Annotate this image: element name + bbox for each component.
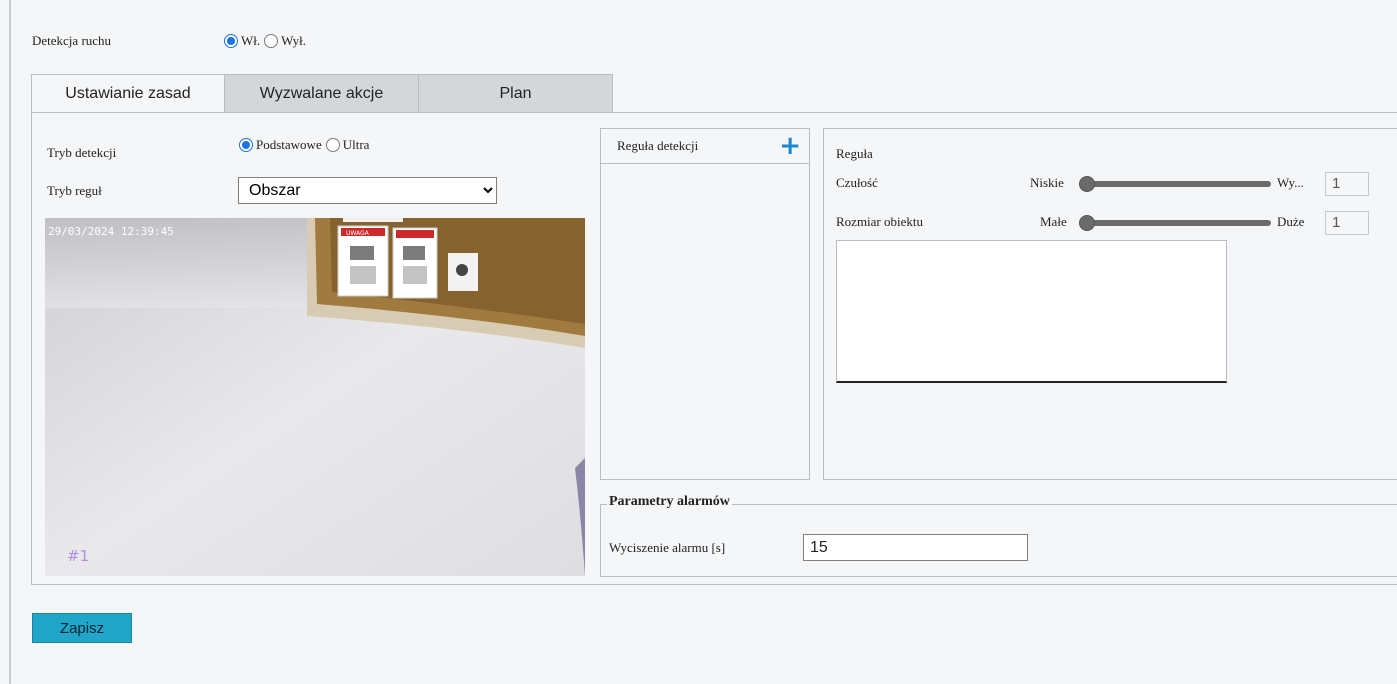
- rule-title-row: Reguła: [836, 144, 873, 164]
- object-size-label: Rozmiar obiektu: [836, 214, 924, 229]
- sensitivity-label-row: Czułość: [836, 173, 878, 193]
- rule-title: Reguła: [836, 146, 873, 161]
- radio-off-icon[interactable]: [264, 34, 279, 48]
- detection-mode-row: Tryb detekcji: [47, 142, 116, 164]
- alarm-params-legend: Parametry alarmów: [607, 494, 732, 510]
- detection-mode-label: Tryb detekcji: [47, 145, 117, 160]
- rule-mode-row: Tryb reguł: [47, 180, 102, 202]
- sensitivity-min-row: Niskie: [1030, 173, 1064, 193]
- radio-on-icon[interactable]: [239, 138, 253, 152]
- sensitivity-slider[interactable]: [1081, 181, 1271, 187]
- radio-on-icon[interactable]: [224, 34, 238, 48]
- sensitivity-value-input[interactable]: 1: [1325, 172, 1369, 196]
- detection-ultra-radio[interactable]: Ultra: [325, 137, 369, 153]
- video-channel-label: #1: [67, 547, 89, 565]
- sensitivity-min-label: Niskie: [1030, 175, 1064, 190]
- alarm-silence-input[interactable]: 15: [803, 534, 1028, 561]
- object-size-max-label: Duże: [1277, 214, 1305, 229]
- motion-detection-radio-group: Wł. Wył.: [224, 30, 306, 52]
- detection-basic-radio[interactable]: Podstawowe: [239, 137, 322, 153]
- save-button[interactable]: Zapisz: [32, 613, 132, 643]
- rules-list-title: Reguła detekcji: [617, 138, 699, 153]
- sensitivity-max-label: Wy...: [1277, 175, 1304, 190]
- motion-detection-label: Detekcja ruchu: [32, 33, 112, 48]
- sensitivity-slider-knob[interactable]: [1079, 176, 1095, 192]
- motion-off-radio[interactable]: Wył.: [264, 33, 306, 49]
- rule-mode-select[interactable]: Obszar: [238, 177, 497, 204]
- object-size-slider[interactable]: [1081, 220, 1271, 226]
- tab-bar: Ustawianie zasad Wyzwalane akcje Plan: [31, 74, 613, 113]
- object-size-min-row: Małe: [1040, 212, 1067, 232]
- tab-rule-settings[interactable]: Ustawianie zasad: [31, 74, 225, 113]
- camera-frame-image: UWAGA 29/03/2024 12:39:45 #1: [45, 218, 585, 576]
- object-size-slider-knob[interactable]: [1079, 215, 1095, 231]
- alarm-silence-row: Wyciszenie alarmu [s]: [609, 537, 725, 559]
- tab-triggered-actions[interactable]: Wyzwalane akcje: [225, 74, 419, 113]
- left-border: [9, 0, 11, 684]
- object-size-min-label: Małe: [1040, 214, 1067, 229]
- detection-mode-radio-group: Podstawowe Ultra: [239, 134, 369, 156]
- video-preview[interactable]: UWAGA 29/03/2024 12:39:45 #1: [45, 218, 585, 576]
- tab-schedule[interactable]: Plan: [419, 74, 613, 113]
- plus-icon[interactable]: +: [779, 133, 801, 159]
- sensitivity-max-row: Wy...: [1277, 173, 1304, 193]
- object-size-value-input[interactable]: 1: [1325, 211, 1369, 235]
- sensitivity-label: Czułość: [836, 175, 878, 190]
- radio-off-icon[interactable]: [325, 138, 340, 152]
- detection-rules-list: Reguła detekcji +: [600, 128, 810, 480]
- alarm-silence-label: Wyciszenie alarmu [s]: [609, 540, 726, 555]
- motion-on-radio[interactable]: Wł.: [224, 33, 260, 49]
- rule-preview-canvas[interactable]: [836, 240, 1227, 383]
- video-timestamp: 29/03/2024 12:39:45: [48, 225, 174, 238]
- object-size-label-row: Rozmiar obiektu: [836, 212, 923, 232]
- sign-text: UWAGA: [346, 230, 370, 237]
- object-size-max-row: Duże: [1277, 212, 1304, 232]
- rules-list-header: Reguła detekcji +: [601, 129, 809, 164]
- motion-detection-row: Detekcja ruchu: [32, 30, 111, 52]
- rule-mode-label: Tryb reguł: [47, 183, 102, 198]
